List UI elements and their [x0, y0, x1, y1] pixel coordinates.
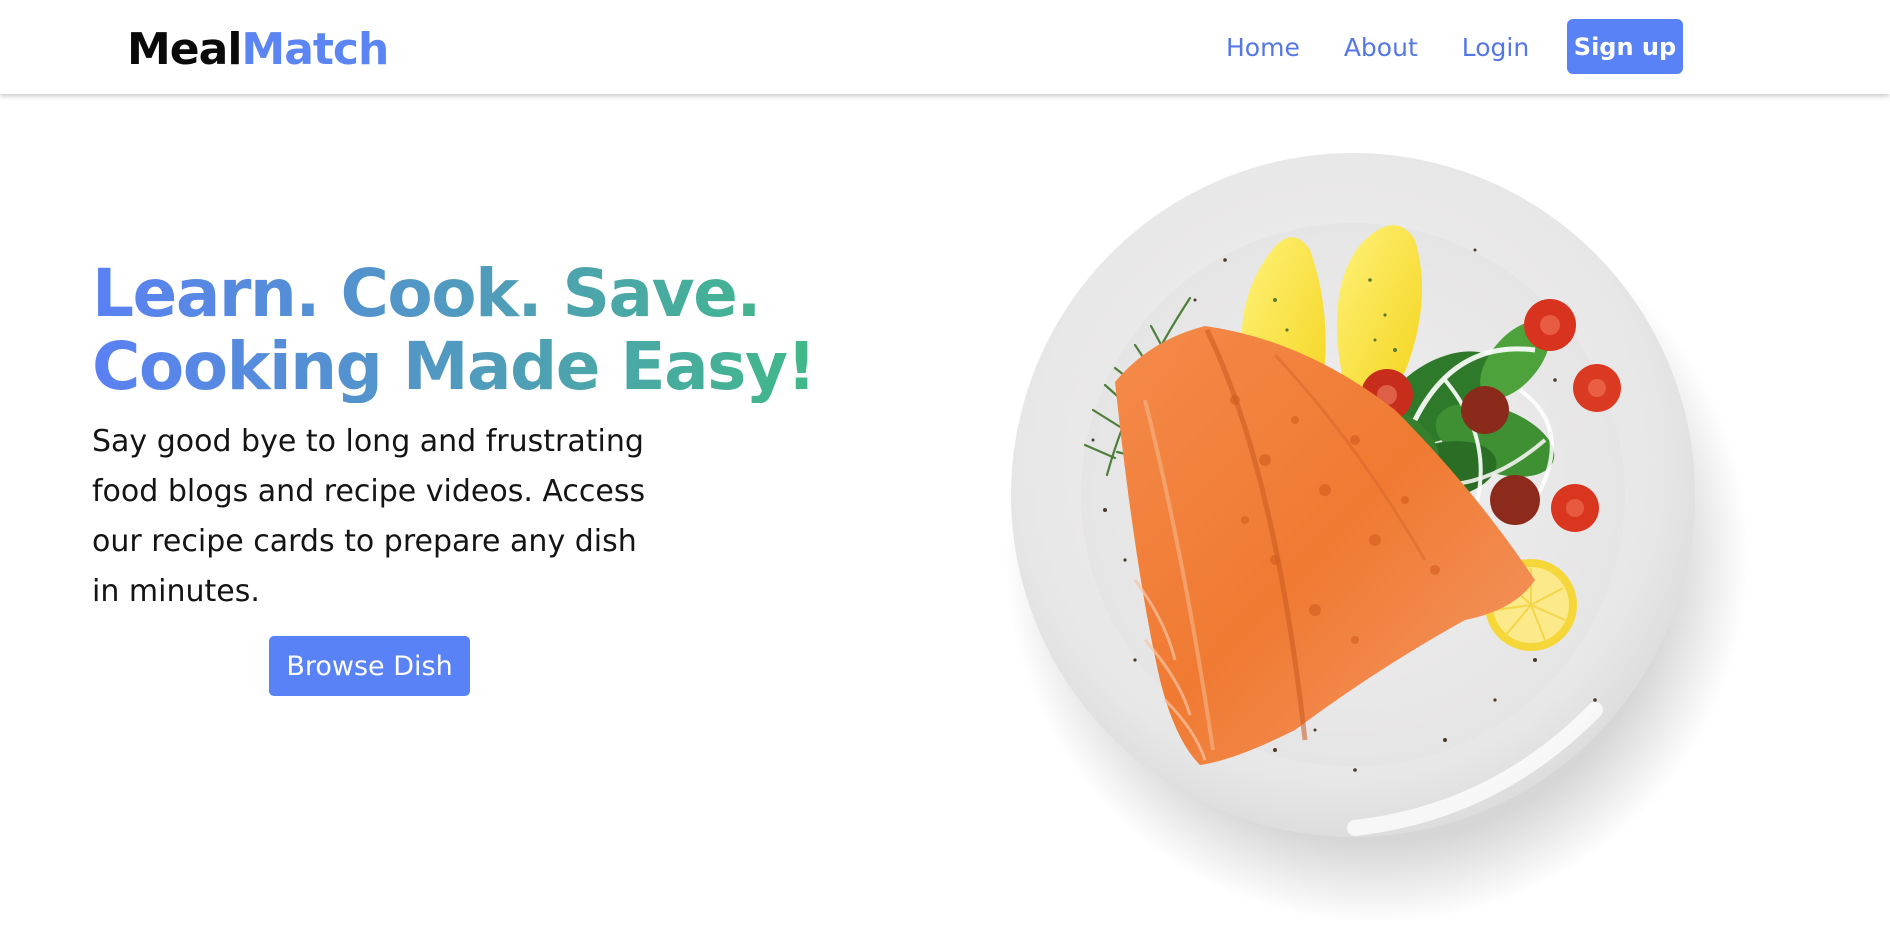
nav-links: Home About Login	[1226, 19, 1573, 75]
brand-logo[interactable]: MealMatch	[127, 22, 389, 78]
hero-subtext: Say good bye to long and frustrating foo…	[92, 424, 646, 609]
hero-headline: Learn. Cook. Save. Cooking Made Easy!	[92, 257, 852, 403]
hero-dish-image	[975, 140, 1755, 924]
navbar: MealMatch Home About Login Sign up	[0, 0, 1890, 94]
brand-logo-part1: Meal	[127, 24, 242, 75]
nav-link-login[interactable]: Login	[1462, 33, 1529, 62]
brand-logo-part2: Match	[241, 24, 389, 75]
hero-headline-line1: Learn. Cook. Save.	[92, 255, 760, 332]
hero-headline-line2: Cooking Made Easy!	[92, 328, 816, 405]
nav-link-home[interactable]: Home	[1226, 33, 1300, 62]
nav-link-about[interactable]: About	[1344, 33, 1418, 62]
browse-dish-button[interactable]: Browse Dish	[269, 636, 470, 696]
signup-button[interactable]: Sign up	[1567, 19, 1683, 74]
salmon-plate-illustration	[1005, 153, 1749, 924]
hero-section: Learn. Cook. Save. Cooking Made Easy! Sa…	[92, 257, 852, 617]
